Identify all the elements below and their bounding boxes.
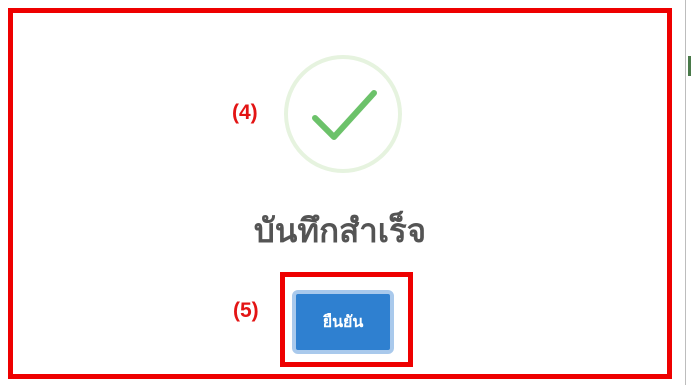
background-page-mark [688,56,691,76]
annotation-label-4: (4) [232,101,258,124]
annotation-box-5 [280,272,413,367]
success-check-icon [284,55,402,173]
dialog-title: บันทึกสำเร็จ [253,211,427,250]
screen: บันทึกสำเร็จ ยืนยัน (4) (5) [0,0,692,385]
annotation-label-5: (5) [233,299,259,322]
